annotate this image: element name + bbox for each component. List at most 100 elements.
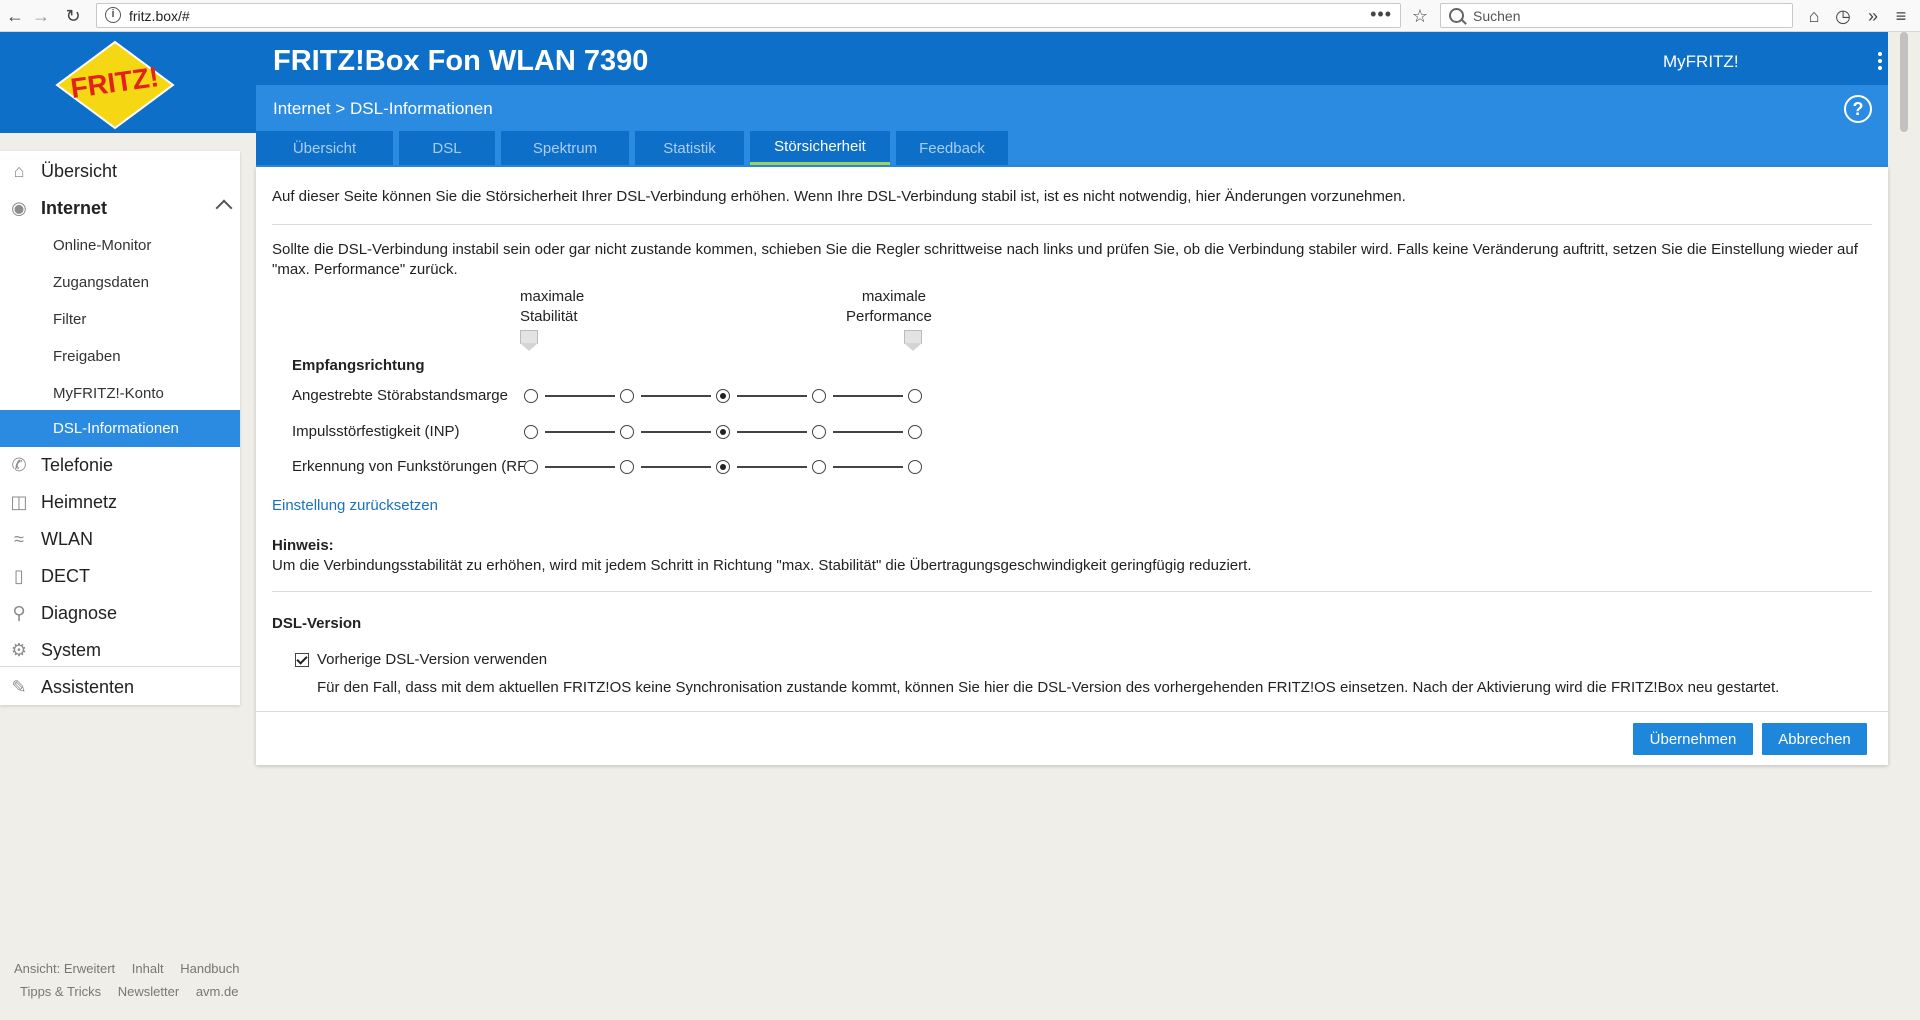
- page-scrollbar[interactable]: [1888, 32, 1920, 1020]
- divider: [272, 224, 1872, 225]
- sidebar-item-label: Übersicht: [41, 161, 118, 181]
- sidebar-item-label: Heimnetz: [41, 492, 118, 512]
- history-icon[interactable]: ◷: [1830, 3, 1856, 29]
- myfritz-link[interactable]: MyFRITZ!: [1663, 52, 1739, 72]
- footer-link-inhalt[interactable]: Inhalt: [132, 961, 164, 976]
- slider-stop-3[interactable]: [716, 389, 730, 403]
- sidebar-item-label: WLAN: [41, 529, 94, 549]
- slider-stop-2[interactable]: [620, 425, 634, 439]
- hint-title: Hinweis:: [272, 537, 334, 554]
- help-icon[interactable]: ?: [1844, 95, 1872, 123]
- tab-feedback[interactable]: Feedback: [896, 131, 1008, 165]
- cancel-button[interactable]: Abbrechen: [1762, 723, 1867, 755]
- browser-toolbar: ← → ↻ i fritz.box/# ••• ☆ Suchen ⌂ ◷ » ≡: [0, 0, 1920, 32]
- divider: [272, 591, 1872, 592]
- chevron-up-icon[interactable]: [215, 199, 233, 217]
- sidebar-item-dect[interactable]: ▯ DECT: [0, 558, 240, 595]
- slider-stop-4[interactable]: [812, 425, 826, 439]
- sidebar-sub-filter[interactable]: Filter: [0, 301, 240, 338]
- sidebar-item-wlan[interactable]: ≈ WLAN: [0, 521, 240, 558]
- sidebar-item-telefonie[interactable]: ✆ Telefonie: [0, 447, 240, 484]
- sidebar-item-label: Telefonie: [41, 455, 114, 475]
- sidebar-item-label: Diagnose: [41, 603, 118, 623]
- slider-track: [641, 395, 711, 397]
- label-max-stability-line1: maximale: [520, 288, 585, 305]
- page-actions-icon[interactable]: •••: [1370, 4, 1392, 25]
- footer-link-tipps[interactable]: Tipps & Tricks: [20, 984, 101, 999]
- overflow-chevron-icon[interactable]: »: [1860, 3, 1886, 29]
- tab-bar: Übersicht DSL Spektrum Statistik Störsic…: [256, 131, 1014, 167]
- tab-statistik[interactable]: Statistik: [635, 131, 744, 165]
- sidebar-sub-zugangsdaten[interactable]: Zugangsdaten: [0, 264, 240, 301]
- sidebar-item-system[interactable]: ⚙ System: [0, 632, 240, 669]
- slider-track: [545, 466, 615, 468]
- sidebar-sub-dsl-informationen[interactable]: DSL-Informationen: [0, 410, 240, 447]
- sidebar-sub-online-monitor[interactable]: Online-Monitor: [0, 227, 240, 264]
- tab-spektrum[interactable]: Spektrum: [501, 131, 629, 165]
- sidebar-item-heimnetz[interactable]: ◫ Heimnetz: [0, 484, 240, 521]
- tab-stoersicherheit[interactable]: Störsicherheit: [750, 131, 890, 165]
- url-bar[interactable]: i fritz.box/# •••: [96, 3, 1401, 28]
- slider-track: [641, 466, 711, 468]
- sidebar-item-label: DECT: [41, 566, 90, 586]
- slider-stop-2[interactable]: [620, 389, 634, 403]
- previous-dsl-version-label[interactable]: Vorherige DSL-Version verwenden: [317, 651, 547, 668]
- phone-icon: ✆: [11, 455, 27, 475]
- marker-stability-icon: [520, 330, 538, 351]
- slider-stop-3[interactable]: [716, 460, 730, 474]
- diagnose-icon: ⚲: [12, 603, 26, 623]
- apply-button[interactable]: Übernehmen: [1633, 723, 1753, 755]
- gear-icon: ⚙: [10, 640, 28, 660]
- footer-link-ansicht[interactable]: Ansicht: Erweitert: [14, 961, 115, 976]
- instructions-text: Sollte die DSL-Verbindung instabil sein …: [272, 241, 1858, 278]
- slider-track: [737, 466, 807, 468]
- sidebar-footer-row2: Tipps & Tricks Newsletter avm.de: [20, 984, 251, 999]
- slider-stop-5[interactable]: [908, 389, 922, 403]
- sidebar-footer-row1: Ansicht: Erweitert Inhalt Handbuch: [14, 961, 253, 976]
- footer-link-handbuch[interactable]: Handbuch: [180, 961, 239, 976]
- globe-icon: ◉: [11, 198, 27, 218]
- fritz-logo[interactable]: FRITZ!: [55, 40, 175, 130]
- footer-link-avm[interactable]: avm.de: [196, 984, 239, 999]
- search-input[interactable]: Suchen: [1440, 3, 1793, 28]
- sidebar-item-internet[interactable]: ◉ Internet: [0, 190, 240, 227]
- more-menu-icon[interactable]: [1878, 52, 1882, 73]
- slider-track: [737, 431, 807, 433]
- slider-track: [833, 431, 903, 433]
- slider-stop-5[interactable]: [908, 460, 922, 474]
- previous-dsl-version-checkbox[interactable]: [295, 653, 309, 667]
- slider-track: [545, 431, 615, 433]
- sidebar-item-assistenten[interactable]: ✎ Assistenten: [0, 669, 240, 706]
- tab-uebersicht[interactable]: Übersicht: [256, 131, 393, 165]
- slider-stop-5[interactable]: [908, 425, 922, 439]
- back-icon[interactable]: ←: [2, 3, 28, 29]
- slider-stop-1[interactable]: [524, 460, 538, 474]
- row-label-rfi: Erkennung von Funkstörungen (RFI): [292, 458, 536, 475]
- sidebar-sub-freigaben[interactable]: Freigaben: [0, 338, 240, 375]
- reload-icon[interactable]: ↻: [60, 3, 86, 29]
- sidebar-item-diagnose[interactable]: ⚲ Diagnose: [0, 595, 240, 632]
- menu-icon[interactable]: ≡: [1888, 3, 1914, 29]
- label-max-performance-line1: maximale: [861, 288, 926, 305]
- sidebar-sub-myfritz-konto[interactable]: MyFRITZ!-Konto: [0, 375, 240, 412]
- slider-stop-3[interactable]: [716, 425, 730, 439]
- dect-icon: ▯: [14, 566, 24, 586]
- forward-icon[interactable]: →: [28, 3, 54, 29]
- home-browser-icon[interactable]: ⌂: [1801, 3, 1827, 29]
- slider-stop-1[interactable]: [524, 425, 538, 439]
- sidebar-divider: [0, 666, 240, 667]
- reset-settings-link[interactable]: Einstellung zurücksetzen: [272, 497, 438, 514]
- site-info-icon[interactable]: i: [105, 7, 121, 23]
- content-panel: Auf dieser Seite können Sie die Störsich…: [256, 167, 1888, 765]
- sidebar-item-uebersicht[interactable]: ⌂ Übersicht: [0, 153, 240, 190]
- slider-stop-4[interactable]: [812, 389, 826, 403]
- slider-stop-2[interactable]: [620, 460, 634, 474]
- footer-link-newsletter[interactable]: Newsletter: [118, 984, 179, 999]
- slider-track: [833, 395, 903, 397]
- label-max-performance-line2: Performance: [846, 308, 932, 325]
- slider-stop-4[interactable]: [812, 460, 826, 474]
- bookmark-star-icon[interactable]: ☆: [1407, 3, 1433, 29]
- tab-dsl[interactable]: DSL: [399, 131, 495, 165]
- slider-stop-1[interactable]: [524, 389, 538, 403]
- scrollbar-thumb[interactable]: [1900, 32, 1908, 132]
